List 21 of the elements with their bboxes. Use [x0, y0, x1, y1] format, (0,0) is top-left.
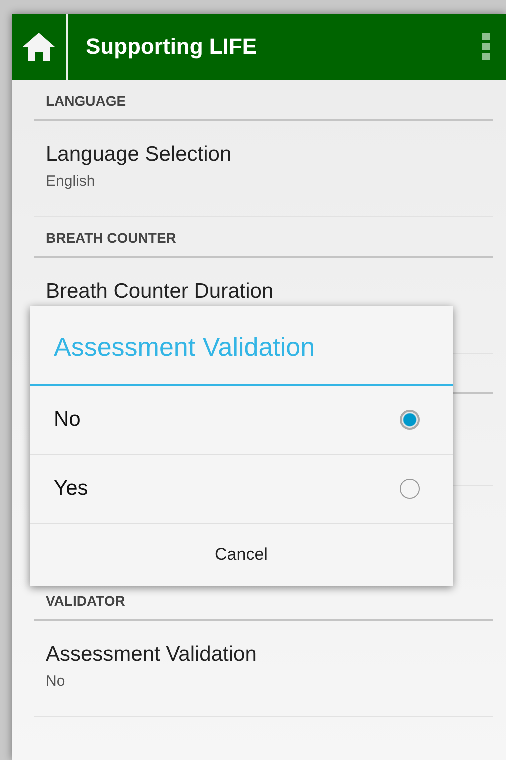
section-header: BREATH COUNTER [46, 230, 176, 246]
preference-title: Breath Counter Duration [46, 280, 275, 304]
preference-value: English [46, 173, 96, 190]
app-title: Supporting LIFE [86, 34, 258, 60]
radio-option[interactable]: Yes [30, 455, 453, 524]
dialog-title: Assessment Validation [30, 306, 453, 386]
radio-option[interactable]: No [30, 386, 453, 455]
home-icon [22, 32, 56, 62]
preference-title: Language Selection [46, 143, 233, 167]
radio-button[interactable] [400, 410, 420, 430]
preference-item[interactable]: Assessment Validation No [34, 621, 493, 717]
section-header: LANGUAGE [46, 93, 126, 109]
option-label: Yes [54, 477, 88, 501]
section-header: VALIDATOR [46, 593, 126, 609]
radio-button[interactable] [400, 479, 420, 499]
option-label: No [54, 408, 81, 432]
more-icon [482, 33, 490, 61]
preference-value: No [46, 673, 66, 690]
preference-item[interactable]: Language Selection English [34, 121, 493, 217]
cancel-button[interactable]: Cancel [30, 524, 453, 586]
preference-title: Assessment Validation [46, 643, 258, 667]
